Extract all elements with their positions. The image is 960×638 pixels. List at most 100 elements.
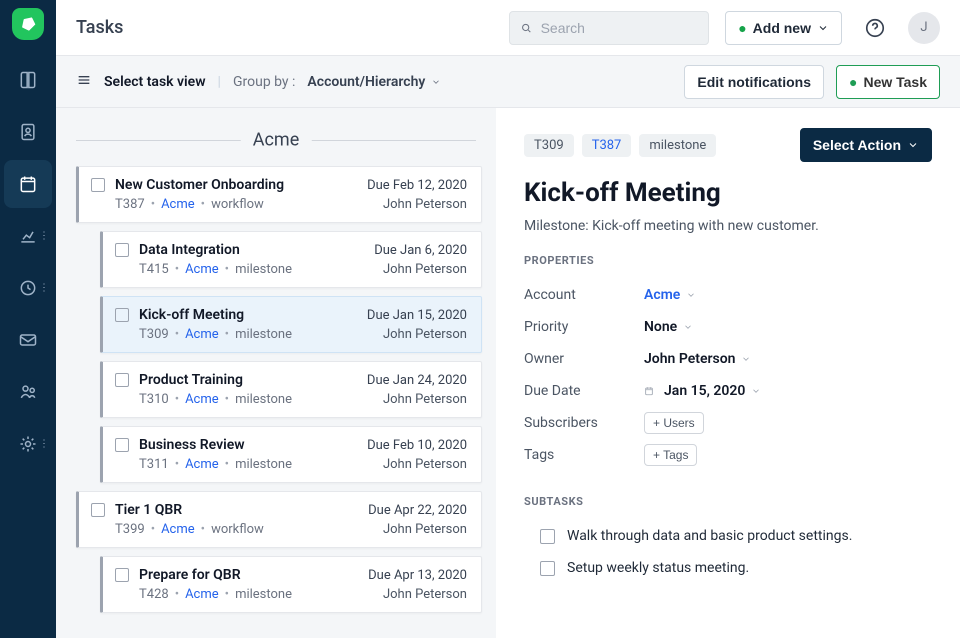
task-account[interactable]: Acme [185,327,219,342]
add-tags-button[interactable]: + Tags [644,444,697,466]
task-type: workflow [211,522,264,537]
task-due: Due Apr 13, 2020 [368,568,467,583]
task-title: Business Review [139,437,357,453]
task-id: T428 [139,587,169,602]
task-detail-title: Kick-off Meeting [524,178,932,208]
task-checkbox[interactable] [115,438,129,452]
nav-contact[interactable] [4,108,52,156]
task-checkbox[interactable] [115,308,129,322]
prop-subscribers-label: Subscribers [524,415,644,431]
select-action-button[interactable]: Select Action [800,128,932,162]
plus-icon: ● [849,74,857,90]
nav-goals[interactable]: ⋮ [4,264,52,312]
subtask-checkbox[interactable] [540,529,555,544]
task-type: workflow [211,197,264,212]
task-card[interactable]: Prepare for QBRDue Apr 13, 2020T428•Acme… [100,556,482,613]
nav-team[interactable] [4,368,52,416]
topbar: Tasks ● Add new J [56,0,960,56]
task-checkbox[interactable] [115,568,129,582]
task-account[interactable]: Acme [185,392,219,407]
task-id: T311 [139,457,169,472]
account-name: Acme [241,130,312,151]
task-card[interactable]: Business ReviewDue Feb 10, 2020T311•Acme… [100,426,482,483]
prop-due-value[interactable]: Jan 15, 2020 [644,383,761,399]
prop-owner-value[interactable]: John Peterson [644,351,751,367]
task-id: T415 [139,262,169,277]
subtasks-heading: SUBTASKS [524,495,932,508]
help-button[interactable] [858,11,892,45]
nav-analytics[interactable]: ⋮ [4,212,52,260]
chevron-down-icon [741,354,751,364]
avatar[interactable]: J [908,12,940,44]
task-checkbox[interactable] [115,373,129,387]
task-assignee: John Peterson [383,262,467,277]
task-list-pane: Acme New Customer OnboardingDue Feb 12, … [56,108,496,638]
nav-inbox[interactable] [4,316,52,364]
task-type: milestone [235,457,292,472]
properties-heading: PROPERTIES [524,254,932,267]
task-due: Due Jan 15, 2020 [367,308,467,323]
task-detail-description: Milestone: Kick-off meeting with new cus… [524,218,932,234]
prop-tags-label: Tags [524,447,644,463]
task-card[interactable]: Kick-off MeetingDue Jan 15, 2020T309•Acm… [100,296,482,353]
task-assignee: John Peterson [383,197,467,212]
edit-notifications-button[interactable]: Edit notifications [684,65,824,99]
subtask-label: Setup weekly status meeting. [567,560,749,576]
help-icon [864,17,886,39]
search-field[interactable] [509,11,709,45]
breadcrumb-id-2[interactable]: T387 [582,134,632,157]
subtask-checkbox[interactable] [540,561,555,576]
task-title: Kick-off Meeting [139,307,357,323]
calendar-icon [644,386,654,396]
add-subscribers-button[interactable]: + Users [644,412,704,434]
plus-icon: ● [738,20,746,36]
group-by-select[interactable]: Account/Hierarchy [307,74,441,90]
task-account[interactable]: Acme [161,522,195,537]
task-card[interactable]: Product TrainingDue Jan 24, 2020T310•Acm… [100,361,482,418]
subtask-row[interactable]: Walk through data and basic product sett… [524,520,932,552]
add-new-label: Add new [753,20,811,36]
task-due: Due Feb 10, 2020 [367,438,467,453]
task-id: T387 [115,197,145,212]
task-account[interactable]: Acme [185,262,219,277]
task-account[interactable]: Acme [185,587,219,602]
task-due: Due Apr 22, 2020 [368,503,467,518]
task-checkbox[interactable] [91,503,105,517]
task-assignee: John Peterson [383,327,467,342]
task-card[interactable]: New Customer OnboardingDue Feb 12, 2020T… [76,166,482,223]
task-card[interactable]: Data IntegrationDue Jan 6, 2020T415•Acme… [100,231,482,288]
new-task-button[interactable]: ● New Task [836,65,940,99]
app-logo [12,8,44,40]
toolbar: Select task view | Group by : Account/Hi… [56,56,960,108]
chevron-down-icon [817,22,829,34]
task-card[interactable]: Tier 1 QBRDue Apr 22, 2020T399•Acme•work… [76,491,482,548]
task-assignee: John Peterson [383,587,467,602]
search-input[interactable] [541,20,699,36]
nav-book[interactable] [4,56,52,104]
task-title: Product Training [139,372,357,388]
subtask-row[interactable]: Setup weekly status meeting. [524,552,932,584]
prop-owner-label: Owner [524,351,644,367]
chevron-down-icon [683,322,693,332]
nav-settings[interactable]: ⋮ [4,420,52,468]
task-detail-pane: T309 T387 milestone Select Action Kick-o… [496,108,960,638]
nav-tasks[interactable] [4,160,52,208]
menu-icon[interactable] [76,72,92,92]
task-checkbox[interactable] [115,243,129,257]
group-by-label: Group by : [233,74,295,90]
task-assignee: John Peterson [383,392,467,407]
prop-account-value[interactable]: Acme [644,287,696,303]
task-checkbox[interactable] [91,178,105,192]
task-assignee: John Peterson [383,457,467,472]
task-account[interactable]: Acme [185,457,219,472]
breadcrumb-id-1[interactable]: T309 [524,134,574,157]
add-new-button[interactable]: ● Add new [725,11,842,45]
breadcrumb-tag[interactable]: milestone [639,134,716,157]
task-due: Due Feb 12, 2020 [367,178,467,193]
task-assignee: John Peterson [383,522,467,537]
task-account[interactable]: Acme [161,197,195,212]
task-type: milestone [235,587,292,602]
prop-priority-value[interactable]: None [644,319,693,335]
group-by-value: Account/Hierarchy [307,74,425,90]
select-task-view[interactable]: Select task view [104,74,206,90]
